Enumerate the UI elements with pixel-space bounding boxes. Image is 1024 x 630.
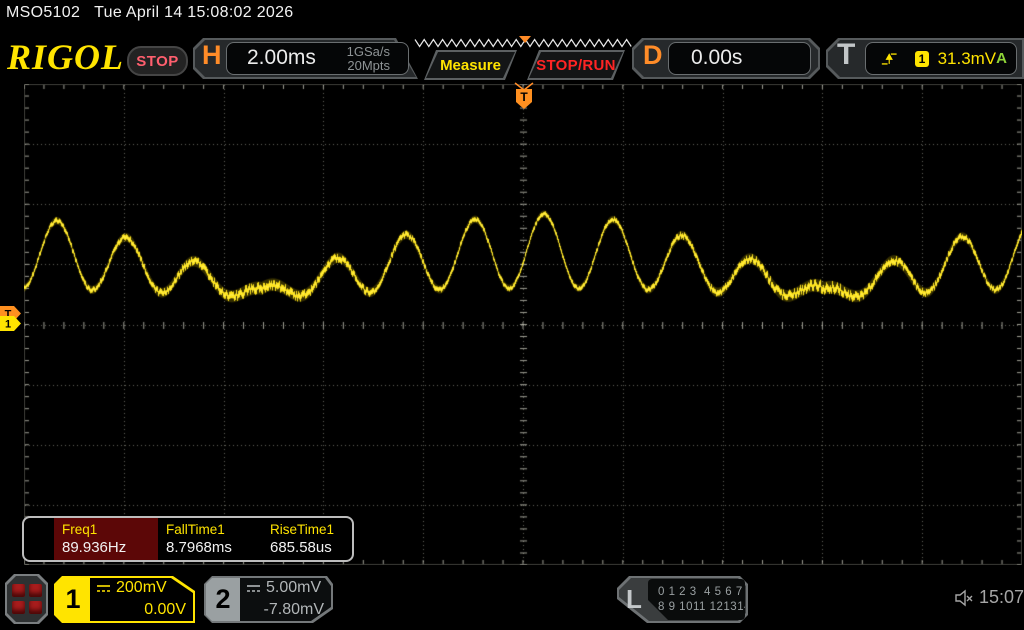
trigger-source-badge: 1 (915, 51, 928, 67)
delay-label: D (643, 40, 663, 71)
window-position-marker-icon (519, 36, 531, 43)
rigol-logo: RIGOL (7, 36, 124, 78)
dc-coupling-icon (246, 583, 261, 594)
delay-value: 0.00s (691, 46, 742, 70)
rising-edge-trigger-icon (881, 50, 897, 68)
horizontal-label: H (202, 40, 222, 71)
channel2-scale: 5.00mV (266, 579, 321, 597)
channel2-number: 2 (206, 578, 240, 621)
logic-label: L (626, 584, 642, 615)
measurement-item-risetime1[interactable]: RiseTime1 685.58us (262, 518, 366, 560)
measurement-results-panel: Freq1 89.936Hz FallTime1 8.7968ms RiseTi… (22, 516, 354, 562)
datetime: Tue April 14 15:08:02 2026 (94, 4, 293, 21)
sample-rate: 1GSa/s (347, 45, 390, 59)
marker-notch-icon (515, 83, 533, 90)
channel1-offset: 0.00V (96, 601, 186, 619)
channel1-number: 1 (56, 578, 90, 621)
measurement-value: 685.58us (270, 539, 358, 556)
measurement-value: 8.7968ms (166, 539, 254, 556)
trigger-valuebox[interactable]: 1 31.3mV A (865, 42, 1017, 75)
waveform-canvas (24, 84, 1022, 565)
memory-depth: 20Mpts (347, 59, 390, 73)
grid-squares-icon (5, 574, 48, 624)
trigger-label: T (837, 38, 855, 72)
timebase-valuebox[interactable]: 2.00ms 1GSa/s 20Mpts (226, 42, 409, 75)
logic-channels-box[interactable]: L 0 1 2 3 4 5 6 7 8 9 1011 12131415 (617, 576, 748, 623)
channel1-status-box[interactable]: 1 200mV 0.00V (54, 576, 195, 623)
trigger-level-value: 31.3mV (938, 49, 997, 69)
trigger-sweep-mode: A (996, 50, 1007, 67)
logic-row-0-7: 0 1 2 3 4 5 6 7 (658, 585, 745, 600)
measurement-item-freq1[interactable]: Freq1 89.936Hz (54, 518, 158, 560)
channel2-offset: -7.80mV (246, 601, 324, 619)
waveform-display-area (24, 84, 1022, 565)
ch1-zero-letter: 1 (5, 319, 11, 331)
top-status-bar: MSO5102 Tue April 14 15:08:02 2026 (6, 4, 294, 22)
speaker-muted-icon[interactable] (954, 589, 976, 607)
measurement-value: 89.936Hz (62, 539, 150, 556)
logic-channel-numbers: 0 1 2 3 4 5 6 7 8 9 1011 12131415 (648, 579, 745, 620)
model-name: MSO5102 (6, 4, 80, 21)
delay-panel[interactable]: D 0.00s (632, 38, 820, 79)
horizontal-timebase-panel[interactable]: H 2.00ms 1GSa/s 20Mpts (193, 38, 418, 79)
delay-valuebox[interactable]: 0.00s (668, 42, 811, 75)
measure-button[interactable]: Measure (424, 50, 517, 80)
dc-coupling-icon (96, 583, 111, 594)
trigger-panel[interactable]: T 1 31.3mV A (826, 38, 1024, 79)
logic-row-8-15: 8 9 1011 12131415 (658, 600, 745, 615)
acquisition-rates: 1GSa/s 20Mpts (347, 45, 390, 73)
run-state-badge: STOP (127, 46, 188, 76)
system-clock: 15:07 (979, 587, 1024, 608)
memory-position-strip[interactable] (413, 36, 637, 50)
ch1-zero-marker[interactable]: 1 (0, 316, 22, 331)
measurement-label: Freq1 (62, 522, 150, 537)
timebase-value: 2.00ms (247, 46, 316, 70)
channel2-status-box[interactable]: 2 5.00mV -7.80mV (204, 576, 333, 623)
stop-run-button-label: STOP/RUN (527, 50, 625, 80)
measure-button-label: Measure (424, 50, 517, 80)
trigger-position-marker[interactable]: T (511, 81, 537, 110)
measurement-item-falltime1[interactable]: FallTime1 8.7968ms (158, 518, 262, 560)
measurement-label: RiseTime1 (270, 522, 358, 537)
trigger-position-letter: T (520, 90, 528, 104)
menu-grid-button[interactable] (5, 574, 48, 624)
channel1-scale: 200mV (116, 579, 167, 597)
stop-run-button[interactable]: STOP/RUN (527, 50, 625, 80)
measurement-label: FallTime1 (166, 522, 254, 537)
